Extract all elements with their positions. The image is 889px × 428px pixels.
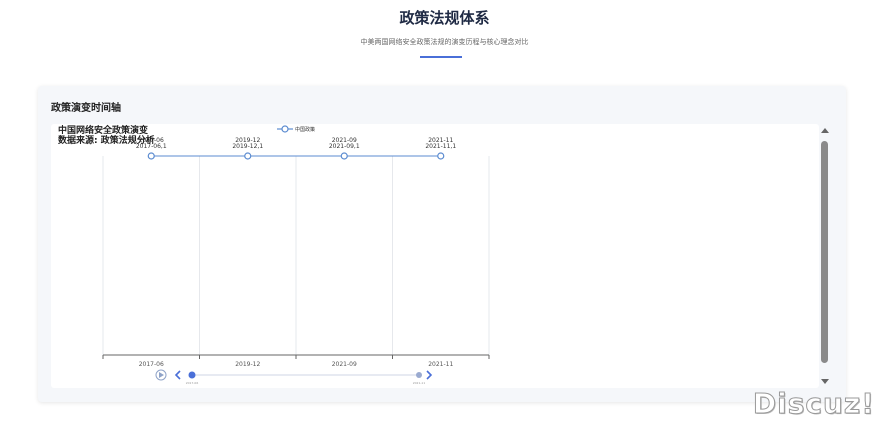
data-point[interactable] [147, 152, 155, 160]
slider-handle-start[interactable] [188, 371, 196, 379]
legend-marker[interactable] [281, 125, 289, 133]
slider-start-label: 2017-06 [186, 381, 199, 385]
data-point[interactable] [244, 152, 252, 160]
chart-title: 中国网络安全政策演变 [58, 126, 149, 136]
point-value-label: 2021-11,1 [425, 143, 456, 150]
timeline-card: 政策演变时间轴 2017-06 2019-12 2021-09 2021-11 2017… [38, 86, 846, 402]
x-tick-label: 2021-11 [428, 361, 453, 368]
slider-end-label: 2021-11 [413, 381, 426, 385]
point-value-label: 2021-09,1 [329, 143, 360, 150]
chart-container: 2017-06 2019-12 2021-09 2021-11 2017-06 2017-… [51, 124, 819, 388]
data-point[interactable] [437, 152, 445, 160]
card-title: 政策演变时间轴 [51, 103, 121, 114]
x-tick-label: 2019-12 [235, 361, 260, 368]
page-subtitle: 中美两国网络安全政策法规的演变历程与核心理念对比 [360, 38, 529, 46]
chevron-left-icon[interactable] [174, 370, 181, 380]
scroll-down-arrow-icon[interactable] [821, 379, 829, 384]
title-underline [420, 56, 462, 58]
chevron-right-icon[interactable] [426, 370, 433, 380]
timeline-chart: 2017-06 2019-12 2021-09 2021-112017-062017-… [102, 125, 490, 385]
page-title: 政策法规体系 [399, 9, 490, 27]
scroll-up-arrow-icon[interactable] [821, 128, 829, 133]
legend-label: 中国政策 [295, 126, 315, 133]
scroll-thumb[interactable] [821, 141, 828, 363]
data-point[interactable] [340, 152, 348, 160]
x-tick-label: 2021-09 [332, 361, 357, 368]
vertical-scrollbar[interactable] [818, 126, 832, 386]
chart-source: 数据来源: 政策法规分析 [58, 136, 155, 146]
x-tick-label: 2017-06 [139, 361, 164, 368]
watermark-logo: Discuz! [752, 387, 875, 421]
slider-handle-end[interactable] [416, 372, 422, 378]
point-value-label: 2019-12,1 [232, 143, 263, 150]
